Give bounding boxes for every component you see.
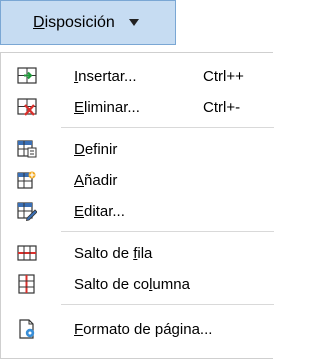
menu-separator	[61, 231, 274, 232]
menu-item-label: Añadir	[74, 171, 118, 189]
menu-item-label: Eliminar...	[74, 98, 140, 116]
menu-item-label: Salto de fila	[74, 244, 153, 262]
column-break-icon	[18, 274, 35, 294]
menu-item-label: Editar...	[74, 202, 125, 220]
disposicion-menu-button[interactable]: Disposición	[0, 0, 176, 45]
define-range-icon	[17, 140, 37, 158]
menu-item-label: Insertar...	[74, 67, 137, 85]
menu-item-salto-de-fila[interactable]: Salto de fila	[1, 237, 274, 269]
menu-item-formato-de-pagina[interactable]: Formato de página...	[1, 313, 274, 345]
menu-item-label: Definir	[74, 140, 118, 158]
edit-icon	[17, 202, 37, 221]
menu-item-definir[interactable]: Definir	[1, 133, 274, 165]
menu-item-anadir[interactable]: Añadir	[1, 164, 274, 196]
shortcut-text: Ctrl++	[203, 67, 244, 85]
menu-separator	[61, 127, 274, 128]
page-format-icon	[19, 319, 35, 339]
menu-item-salto-de-columna[interactable]: Salto de columna	[1, 268, 274, 300]
menu-item-editar[interactable]: Editar...	[1, 195, 274, 227]
menu-item-label: Salto de columna	[74, 275, 190, 293]
insert-table-icon	[17, 67, 37, 84]
menu-item-label: Formato de página...	[74, 320, 213, 338]
delete-table-icon	[17, 98, 37, 116]
menu-item-eliminar[interactable]: Eliminar... Ctrl+-	[1, 91, 274, 123]
chevron-down-icon	[128, 19, 139, 26]
row-break-icon	[17, 245, 37, 261]
disposicion-dropdown: Insertar... Ctrl++ Eliminar... Ctrl+- De…	[0, 52, 274, 359]
add-icon	[17, 171, 36, 189]
disposicion-label: Disposición	[33, 13, 115, 31]
menu-item-insertar[interactable]: Insertar... Ctrl++	[1, 60, 274, 92]
shortcut-text: Ctrl+-	[203, 98, 241, 116]
menu-separator	[61, 304, 274, 305]
